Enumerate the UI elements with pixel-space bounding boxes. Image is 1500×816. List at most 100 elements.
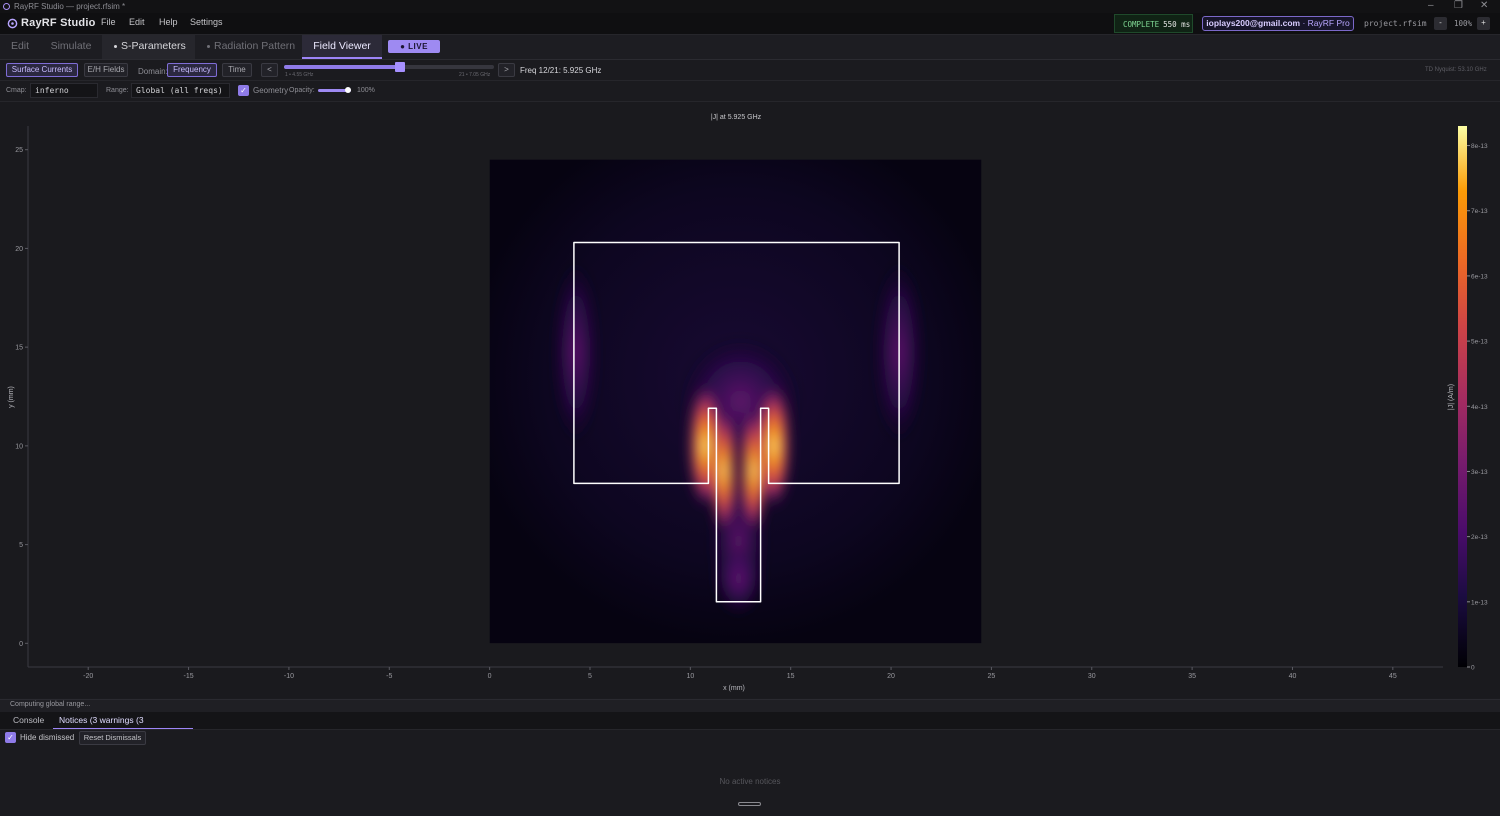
- close-icon[interactable]: ✕: [1480, 0, 1488, 11]
- colorbar-tick-label: 4e-13: [1471, 404, 1488, 411]
- x-tick-label: 15: [787, 673, 795, 680]
- range-select[interactable]: Global (all freqs): [131, 83, 230, 98]
- live-badge[interactable]: ● LIVE: [388, 40, 440, 53]
- cmap-label: Cmap:: [6, 87, 27, 94]
- frequency-range-min: 1 • 4.55 GHz: [285, 72, 314, 78]
- colorbar-label: |J| (A/m): [1448, 384, 1455, 410]
- prev-frequency-button[interactable]: <: [261, 63, 278, 77]
- account-badge[interactable]: ioplays200@gmail.com · RayRF Pro: [1202, 16, 1354, 31]
- status-state: COMPLETE: [1123, 20, 1160, 29]
- colorbar-tick-label: 5e-13: [1471, 339, 1488, 346]
- colorbar-ticks: 0 1e-13 2e-13 3e-13 4e-13 5e-13 6e-13 7e-13 8e-1…: [1467, 143, 1488, 672]
- x-tick-label: 5: [588, 673, 592, 680]
- geometry-checkbox[interactable]: ✓: [238, 85, 249, 96]
- colorbar: [1458, 126, 1467, 667]
- opacity-label: Opacity:: [289, 87, 315, 94]
- x-tick-label: -15: [184, 673, 194, 680]
- time-domain-button[interactable]: Time: [222, 63, 252, 77]
- account-separator: ·: [1302, 18, 1306, 28]
- x-axis-label: x (mm): [723, 685, 745, 692]
- status-message: Computing global range...: [10, 701, 91, 708]
- tab-radiation-pattern-label: Radiation Pattern: [214, 40, 296, 52]
- tab-field-viewer-label: Field Viewer: [313, 40, 371, 52]
- zoom-out-button[interactable]: -: [1434, 17, 1447, 30]
- colorbar-tick-label: 8e-13: [1471, 143, 1488, 150]
- menu-file[interactable]: File: [101, 17, 116, 27]
- cmap-select[interactable]: inferno: [30, 83, 98, 98]
- app-name: RayRF Studio: [21, 17, 96, 29]
- frequency-slider-fill: [284, 65, 400, 69]
- reset-dismissals-button[interactable]: Reset Dismissals: [79, 731, 146, 745]
- tab-radiation-pattern[interactable]: Radiation Pattern: [195, 35, 302, 59]
- hide-dismissed-checkbox[interactable]: ✓: [5, 732, 16, 743]
- tab-dot-icon: [207, 44, 210, 48]
- simulation-status-badge: COMPLETE 550 ms: [1114, 14, 1193, 33]
- geometry-label: Geometry: [253, 86, 289, 95]
- y-axis-label: y (mm): [8, 386, 15, 408]
- tab-simulate[interactable]: Simulate: [40, 35, 102, 59]
- tab-edit-label: Edit: [10, 40, 30, 52]
- tab-edit[interactable]: Edit: [0, 35, 40, 59]
- opacity-value: 100%: [357, 87, 375, 94]
- check-icon: ✓: [240, 86, 247, 95]
- y-tick-label: 20: [15, 246, 23, 253]
- tab-s-parameters-label: S-Parameters: [121, 40, 186, 52]
- domain-label: Domain:: [138, 67, 168, 76]
- menu-settings[interactable]: Settings: [190, 17, 223, 27]
- no-notices-message: No active notices: [719, 777, 781, 786]
- hide-dismissed-label: Hide dismissed: [20, 733, 75, 742]
- frequency-slider-thumb[interactable]: [394, 62, 405, 72]
- x-tick-label: 30: [1088, 673, 1096, 680]
- x-tick-label: -20: [83, 673, 93, 680]
- menu-help[interactable]: Help: [159, 17, 178, 27]
- colorbar-tick-label: 1e-13: [1471, 599, 1488, 606]
- colorbar-tick-label: 2e-13: [1471, 534, 1488, 541]
- colorbar-tick-label: 0: [1471, 665, 1475, 672]
- os-title-bar: RayRF Studio — project.rfsim * – ❐ ✕: [0, 0, 1500, 13]
- app-logo-icon: [3, 3, 10, 10]
- field-plot[interactable]: |J| at 5.925 GHz -20 -15 -10 -5 0 5 10 15 20 25 30…: [0, 102, 1500, 698]
- tab-notices[interactable]: Notices (3 warnings (3 dismissed)): [53, 712, 193, 742]
- project-file-name: project.rfsim: [1364, 19, 1427, 28]
- field-plot-area[interactable]: |J| at 5.925 GHz -20 -15 -10 -5 0 5 10 15 20 25 30…: [0, 102, 1500, 698]
- tab-field-viewer[interactable]: Field Viewer: [302, 35, 382, 59]
- frequency-range-max: 21 • 7.05 GHz: [459, 72, 491, 78]
- nyquist-readout: TD Nyquist: 53.10 GHz: [1425, 67, 1487, 73]
- tab-s-parameters[interactable]: S-Parameters: [102, 35, 195, 59]
- panel-resize-handle[interactable]: [738, 802, 761, 806]
- current-density-heatmap: [489, 159, 982, 644]
- zoom-in-button[interactable]: +: [1477, 17, 1490, 30]
- frequency-slider-track[interactable]: [284, 65, 494, 69]
- account-email: ioplays200@gmail.com: [1206, 18, 1301, 28]
- check-icon: ✓: [7, 733, 14, 742]
- minimize-icon[interactable]: –: [1428, 0, 1434, 11]
- colorbar-tick-label: 7e-13: [1471, 208, 1488, 215]
- frequency-readout: Freq 12/21: 5.925 GHz: [520, 66, 602, 75]
- bottom-panel-tabs: Console Notices (3 warnings (3 dismissed…: [0, 712, 1500, 742]
- maximize-icon[interactable]: ❐: [1454, 0, 1463, 11]
- x-tick-label: 10: [686, 673, 694, 680]
- y-tick-label: 5: [19, 542, 23, 549]
- range-label: Range:: [106, 87, 129, 94]
- window-title: RayRF Studio — project.rfsim *: [14, 2, 126, 11]
- x-tick-label: -5: [386, 673, 392, 680]
- tab-console[interactable]: Console: [13, 712, 44, 729]
- tab-dot-icon: [114, 44, 117, 48]
- colorbar-tick-label: 3e-13: [1471, 469, 1488, 476]
- x-tick-label: 35: [1188, 673, 1196, 680]
- eh-fields-button[interactable]: E/H Fields: [84, 63, 128, 77]
- status-time: 550 ms: [1163, 20, 1191, 29]
- surface-currents-button[interactable]: Surface Currents: [6, 63, 78, 77]
- x-tick-label: 0: [488, 673, 492, 680]
- opacity-slider-thumb[interactable]: [345, 87, 351, 93]
- x-tick-label: 20: [887, 673, 895, 680]
- y-tick-label: 15: [15, 345, 23, 352]
- account-plan: RayRF Pro: [1307, 18, 1350, 28]
- left-edge-glow: [553, 258, 599, 446]
- next-frequency-button[interactable]: >: [498, 63, 515, 77]
- frequency-domain-button[interactable]: Frequency: [167, 63, 217, 77]
- x-tick-label: -10: [284, 673, 294, 680]
- menu-edit[interactable]: Edit: [129, 17, 145, 27]
- x-tick-label: 45: [1389, 673, 1397, 680]
- x-tick-label: 40: [1289, 673, 1297, 680]
